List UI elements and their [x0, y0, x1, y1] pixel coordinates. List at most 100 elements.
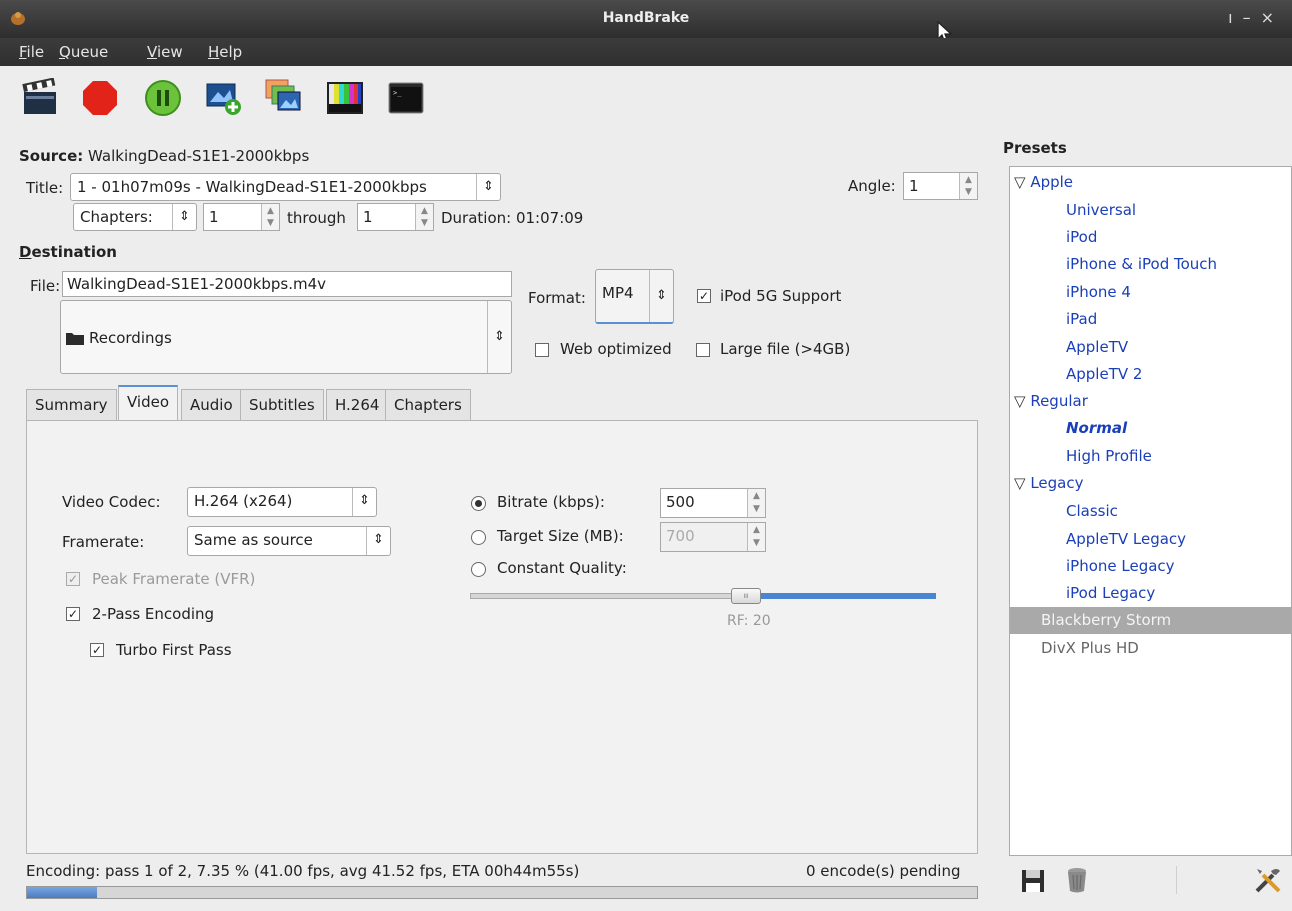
tab-summary[interactable]: Summary — [26, 389, 117, 421]
spin-arrows-icon[interactable]: ▲ ▼ — [959, 173, 977, 199]
through-label: through — [287, 209, 346, 227]
preset-group-apple[interactable]: ▽ Apple — [1014, 173, 1073, 191]
quality-slider[interactable]: ıı — [470, 588, 936, 604]
preset-item-selected[interactable]: Blackberry Storm — [1010, 607, 1291, 634]
preset-item[interactable]: iPhone Legacy — [1066, 557, 1175, 575]
turbo-first-pass-label: Turbo First Pass — [116, 641, 232, 659]
menu-help[interactable]: Help — [208, 43, 242, 61]
activity-log-icon[interactable]: >_ — [386, 78, 426, 118]
format-select[interactable]: MP4 ⇕ — [595, 269, 674, 324]
presets-list: ▽ Apple Universal iPod iPhone & iPod Tou… — [1009, 166, 1292, 856]
preset-item[interactable]: AppleTV Legacy — [1066, 530, 1186, 548]
delete-preset-icon[interactable] — [1065, 866, 1089, 894]
tab-audio[interactable]: Audio — [181, 389, 242, 421]
spin-arrows-icon[interactable]: ▲ ▼ — [261, 204, 279, 230]
two-pass-label: 2-Pass Encoding — [92, 605, 215, 623]
minimize-icon[interactable]: ı — [1228, 8, 1242, 27]
tab-chapters[interactable]: Chapters — [385, 389, 471, 421]
spin-arrows-icon[interactable]: ▲ ▼ — [747, 489, 765, 517]
destination-heading: Destination — [19, 243, 117, 261]
expander-down-icon[interactable]: ▽ — [1014, 173, 1026, 191]
close-icon[interactable]: × — [1261, 8, 1284, 27]
video-codec-select[interactable]: H.264 (x264) ⇕ — [187, 487, 377, 517]
menu-view[interactable]: View — [147, 43, 183, 61]
folder-icon — [66, 333, 84, 345]
preset-item[interactable]: iPhone 4 — [1066, 283, 1131, 301]
constant-quality-label: Constant Quality: — [497, 559, 627, 577]
preset-item[interactable]: iPhone & iPod Touch — [1066, 255, 1217, 273]
framerate-label: Framerate: — [62, 533, 145, 551]
target-size-radio[interactable] — [471, 530, 486, 545]
source-row: Source: WalkingDead-S1E1-2000kbps — [19, 147, 309, 165]
encode-progress-fill — [27, 887, 97, 898]
angle-spinner[interactable]: 1 ▲ ▼ — [903, 172, 978, 200]
maximize-icon[interactable]: – — [1243, 8, 1261, 27]
chapters-mode-value: Chapters: — [80, 208, 153, 226]
framerate-value: Same as source — [194, 531, 313, 549]
bitrate-value: 500 — [666, 493, 695, 511]
preset-item[interactable]: iPad — [1066, 310, 1097, 328]
tab-h264[interactable]: H.264 — [326, 389, 389, 421]
turbo-first-pass-checkbox[interactable]: ✓ — [90, 643, 104, 657]
preview-icon[interactable] — [325, 78, 365, 118]
stop-icon[interactable] — [80, 78, 120, 118]
tab-subtitles[interactable]: Subtitles — [240, 389, 324, 421]
ipod-5g-checkbox[interactable]: ✓ — [697, 289, 711, 303]
chapter-start-spinner[interactable]: 1 ▲ ▼ — [203, 203, 280, 231]
preset-item-default[interactable]: Normal — [1066, 419, 1127, 437]
duration-label: Duration: 01:07:09 — [441, 209, 584, 227]
file-label: File: — [30, 277, 61, 295]
two-pass-checkbox[interactable]: ✓ — [66, 607, 80, 621]
large-file-checkbox[interactable] — [696, 343, 710, 357]
preset-item[interactable]: iPod Legacy — [1066, 584, 1155, 602]
expander-down-icon[interactable]: ▽ — [1014, 474, 1026, 492]
menu-file[interactable]: File — [19, 43, 44, 61]
format-value: MP4 — [602, 284, 634, 302]
save-preset-icon[interactable] — [1020, 868, 1046, 894]
start-encode-icon[interactable] — [20, 78, 60, 118]
bitrate-spinner[interactable]: 500 ▲ ▼ — [660, 488, 766, 518]
toolbar-separator — [1176, 866, 1177, 894]
framerate-select[interactable]: Same as source ⇕ — [187, 526, 391, 556]
preset-item[interactable]: AppleTV — [1066, 338, 1128, 356]
preset-options-icon[interactable] — [1253, 865, 1283, 895]
preset-group-regular[interactable]: ▽ Regular — [1014, 392, 1088, 410]
destination-file-input[interactable]: WalkingDead-S1E1-2000kbps.m4v — [62, 271, 512, 297]
angle-value: 1 — [909, 177, 919, 195]
presets-heading: Presets — [1003, 139, 1067, 157]
video-tab-panel — [26, 420, 978, 854]
constant-quality-radio[interactable] — [471, 562, 486, 577]
show-queue-icon[interactable] — [264, 78, 304, 118]
destination-folder-chooser[interactable]: Recordings ⇕ — [60, 300, 512, 374]
video-codec-value: H.264 (x264) — [194, 492, 293, 510]
menu-queue[interactable]: Queue — [59, 43, 108, 61]
preset-item[interactable]: AppleTV 2 — [1066, 365, 1142, 383]
preset-item[interactable]: Universal — [1066, 201, 1136, 219]
title-label: Title: — [26, 179, 64, 197]
chapters-mode-select[interactable]: Chapters: ⇕ — [73, 203, 197, 231]
pause-icon[interactable] — [143, 78, 183, 118]
select-arrows-icon: ⇕ — [487, 301, 511, 373]
select-arrows-icon: ⇕ — [649, 270, 673, 322]
bitrate-label: Bitrate (kbps): — [497, 493, 605, 511]
expander-down-icon[interactable]: ▽ — [1014, 392, 1026, 410]
bitrate-radio[interactable] — [471, 496, 486, 511]
preset-group-legacy[interactable]: ▽ Legacy — [1014, 474, 1084, 492]
select-arrows-icon: ⇕ — [476, 174, 500, 200]
preset-item[interactable]: High Profile — [1066, 447, 1152, 465]
window-controls[interactable]: ı–× — [1228, 8, 1284, 27]
format-label: Format: — [528, 289, 586, 307]
title-select[interactable]: 1 - 01h07m09s - WalkingDead-S1E1-2000kbp… — [70, 173, 501, 201]
preset-item[interactable]: Classic — [1066, 502, 1118, 520]
chapter-end-spinner[interactable]: 1 ▲ ▼ — [357, 203, 434, 231]
preset-item[interactable]: iPod — [1066, 228, 1097, 246]
rf-value-label: RF: 20 — [727, 613, 771, 629]
web-optimized-checkbox[interactable] — [535, 343, 549, 357]
quality-slider-handle[interactable]: ıı — [731, 588, 761, 604]
add-to-queue-icon[interactable] — [204, 78, 244, 118]
spin-arrows-icon[interactable]: ▲ ▼ — [415, 204, 433, 230]
preset-item[interactable]: DivX Plus HD — [1041, 639, 1139, 657]
destination-file-value: WalkingDead-S1E1-2000kbps.m4v — [67, 275, 327, 293]
tab-video[interactable]: Video — [118, 385, 179, 422]
quality-slider-fill — [758, 593, 936, 599]
